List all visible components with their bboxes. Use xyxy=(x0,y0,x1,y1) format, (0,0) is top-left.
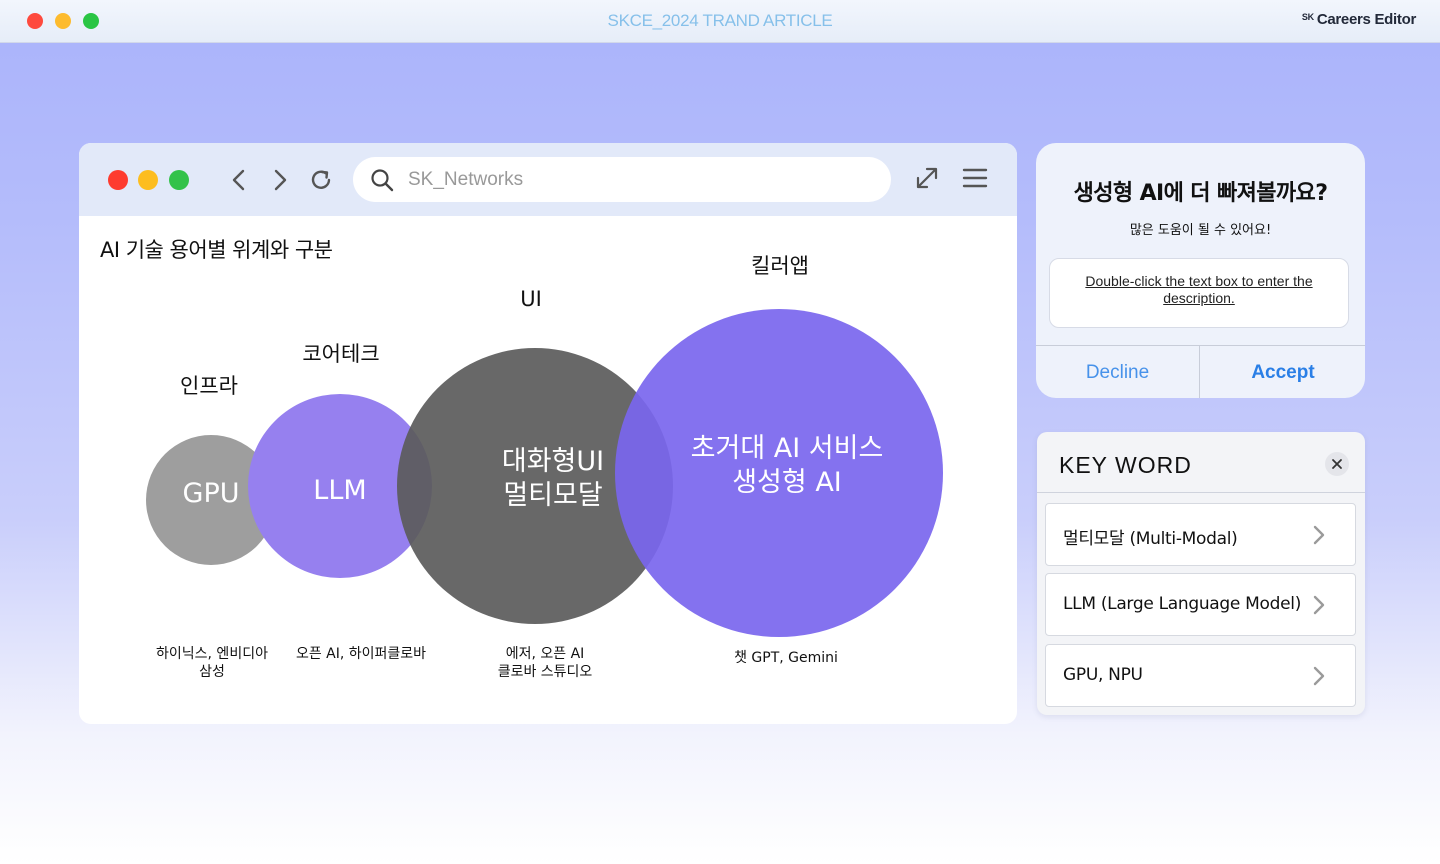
example-text-llm: 오픈 AI, 하이퍼클로바 xyxy=(296,646,426,662)
close-icon[interactable] xyxy=(1325,452,1349,476)
keyword-panel-title: KEY WORD xyxy=(1059,452,1192,478)
description-textbox[interactable]: Double-click the text box to enter the d… xyxy=(1049,258,1349,328)
menu-icon[interactable] xyxy=(961,164,989,192)
dialog-title: 생성형 AI에 더 빠져볼까요? xyxy=(1073,181,1328,206)
circle-label-ui: 대화형UI xyxy=(502,446,604,477)
browser-minimize-button[interactable] xyxy=(138,170,158,190)
browser-maximize-button[interactable] xyxy=(169,170,189,190)
keyword-item-llm[interactable]: LLM (Large Language Model) xyxy=(1045,573,1356,636)
category-label-killer-app: 킬러앱 xyxy=(751,254,809,278)
circle-label-killer-app: 초거대 AI 서비스 xyxy=(691,433,884,464)
venn-diagram: GPU 인프라하이닉스, 엔비디아삼성 LLM 코어테크오픈 AI, 하이퍼클로바 대화… xyxy=(146,254,943,680)
category-label-llm: 코어테크 xyxy=(302,342,379,366)
chevron-right-icon xyxy=(1313,666,1325,686)
circle-label-killer-app: 생성형 AI xyxy=(732,467,842,498)
refresh-icon[interactable] xyxy=(307,166,335,194)
search-input[interactable] xyxy=(408,165,868,195)
accept-button[interactable]: Accept xyxy=(1201,346,1365,398)
category-label-ui: UI xyxy=(520,287,542,311)
category-label-gpu: 인프라 xyxy=(180,374,238,398)
keyword-item-gpu[interactable]: GPU, NPU xyxy=(1045,644,1356,707)
search-icon xyxy=(371,169,394,192)
keyword-panel-header: KEY WORD xyxy=(1037,432,1365,493)
brand-logo: SK Careers Editor xyxy=(1301,11,1416,28)
expand-icon[interactable] xyxy=(913,164,941,192)
example-text-killer-app: 챗 GPT, Gemini xyxy=(734,650,838,666)
dialog-actions: Decline Accept xyxy=(1036,345,1365,398)
browser-toolbar xyxy=(79,143,1017,216)
window-title: SKCE_2024 TRAND ARTICLE xyxy=(607,11,833,30)
app-titlebar: SKCE_2024 TRAND ARTICLE SK Careers Editor xyxy=(0,0,1440,43)
decline-button[interactable]: Decline xyxy=(1036,346,1200,398)
address-bar xyxy=(353,157,891,202)
circle-label-llm: LLM xyxy=(313,475,366,506)
keyword-item-multimodal[interactable]: 멀티모달 (Multi-Modal) xyxy=(1045,503,1356,566)
browser-close-button[interactable] xyxy=(108,170,128,190)
chevron-right-icon xyxy=(1313,595,1325,615)
chevron-right-icon xyxy=(1313,525,1325,545)
keyword-item-label: LLM (Large Language Model) xyxy=(1063,594,1302,614)
example-text-gpu: 삼성 xyxy=(199,664,225,680)
prompt-dialog: 생성형 AI에 더 빠져볼까요? 많은 도움이 될 수 있어요! Double-… xyxy=(1036,143,1365,398)
forward-icon[interactable] xyxy=(266,166,294,194)
browser-window: AI 기술 용어별 위계와 구분 GPU인프라하이닉스, 엔비디아삼성LLM코어… xyxy=(79,143,1017,724)
keyword-item-label: 멀티모달 (Multi-Modal) xyxy=(1063,529,1238,549)
example-text-ui: 에저, 오픈 AI xyxy=(506,646,585,662)
circle-label-ui: 멀티모달 xyxy=(503,480,602,511)
dialog-subtitle: 많은 도움이 될 수 있어요! xyxy=(1129,223,1272,238)
example-text-ui: 클로바 스튜디오 xyxy=(498,664,593,680)
keyword-item-label: GPU, NPU xyxy=(1063,665,1143,685)
example-text-gpu: 하이닉스, 엔비디아 xyxy=(156,646,268,662)
keyword-panel: KEY WORD 멀티모달 (Multi-Modal) LLM (Large L… xyxy=(1037,432,1365,715)
back-icon[interactable] xyxy=(225,166,253,194)
circle-label-gpu: GPU xyxy=(183,478,240,509)
